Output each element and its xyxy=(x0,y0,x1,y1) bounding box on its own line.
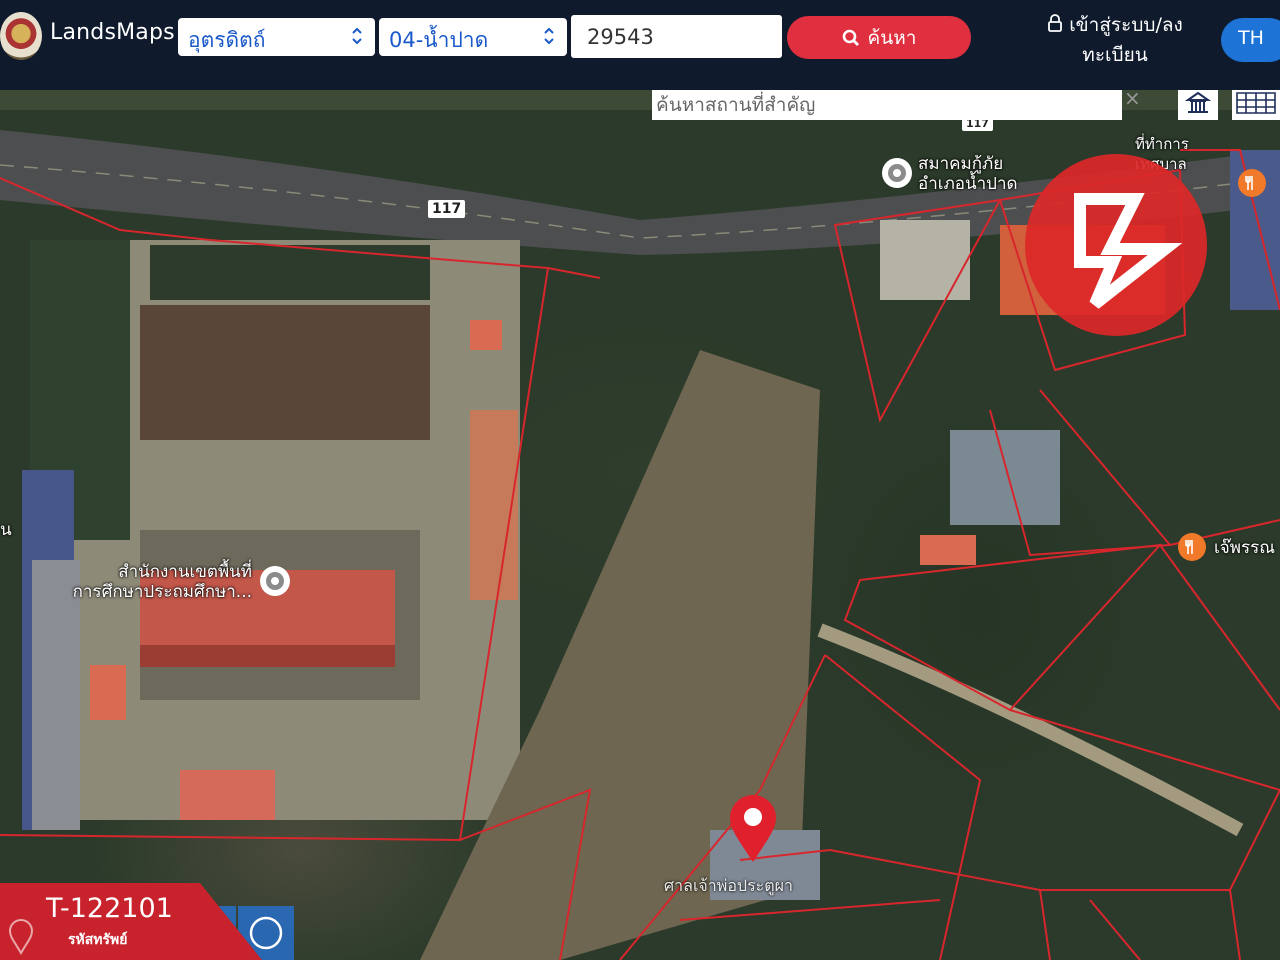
place-label-rescue: สมาคมกู้ภัย อำเภอน้ำปาด xyxy=(918,154,1018,194)
search-button[interactable]: ค้นหา xyxy=(787,16,971,59)
place-label-education-office: สำนักงานเขตพื้นที่ การศึกษาประถมศึกษา... xyxy=(72,562,252,602)
route-117-shield: 117 xyxy=(428,200,466,218)
asset-caption: รหัสทรัพย์ xyxy=(68,932,128,948)
grid-layer-button[interactable] xyxy=(1232,86,1280,120)
place-label-shrine: ศาลเจ้าพ่อประตูผา xyxy=(664,876,794,895)
restaurant-icon xyxy=(1178,533,1206,561)
language-toggle[interactable]: TH xyxy=(1221,18,1280,62)
restaurant-icon xyxy=(1238,169,1266,197)
lock-icon xyxy=(1048,14,1063,32)
department-logo xyxy=(0,12,42,60)
place-label-restaurant: เจ๊พรรณ xyxy=(1214,538,1276,558)
select-chevron-icon xyxy=(352,27,362,45)
login-link[interactable]: เข้าสู่ระบบ/ลงทะเบียน xyxy=(1030,10,1200,70)
grid-icon xyxy=(1236,92,1276,114)
asset-tag: T-122101 รหัสทรัพย์ xyxy=(0,883,262,960)
search-icon xyxy=(842,29,859,46)
top-bar: LandsMaps อุตรดิตถ์ 04-น้ำปาด ค้นหา เข้า… xyxy=(0,0,1280,90)
brand-name: LandsMaps xyxy=(50,20,175,45)
agency-watermark-logo xyxy=(1025,154,1207,336)
building-layer-button[interactable] xyxy=(1178,86,1218,120)
asset-id: T-122101 xyxy=(46,893,173,924)
pin-icon xyxy=(260,566,290,596)
select-chevron-icon xyxy=(544,27,554,45)
district-select-value: 04-น้ำปาด xyxy=(389,28,489,52)
district-select[interactable]: 04-น้ำปาด xyxy=(379,18,567,56)
satellite-map[interactable]: 117 117 สมาคมกู้ภัย อำเภอน้ำปาด สำนักงานเ… xyxy=(0,90,1280,960)
parcel-number-input[interactable] xyxy=(571,15,782,58)
login-label: เข้าสู่ระบบ/ลงทะเบียน xyxy=(1069,14,1183,66)
search-button-label: ค้นหา xyxy=(867,26,917,49)
landmark-search-input[interactable]: ค้นหาสถานที่สำคัญ xyxy=(652,88,1122,120)
marker-draw-icon xyxy=(8,919,34,955)
building-icon xyxy=(1185,91,1211,113)
province-select-value: อุตรดิตถ์ xyxy=(188,28,266,52)
map-marker-icon xyxy=(730,795,776,862)
pin-icon xyxy=(882,158,912,188)
province-select[interactable]: อุตรดิตถ์ xyxy=(178,18,375,56)
place-label-partial: น xyxy=(0,520,12,540)
